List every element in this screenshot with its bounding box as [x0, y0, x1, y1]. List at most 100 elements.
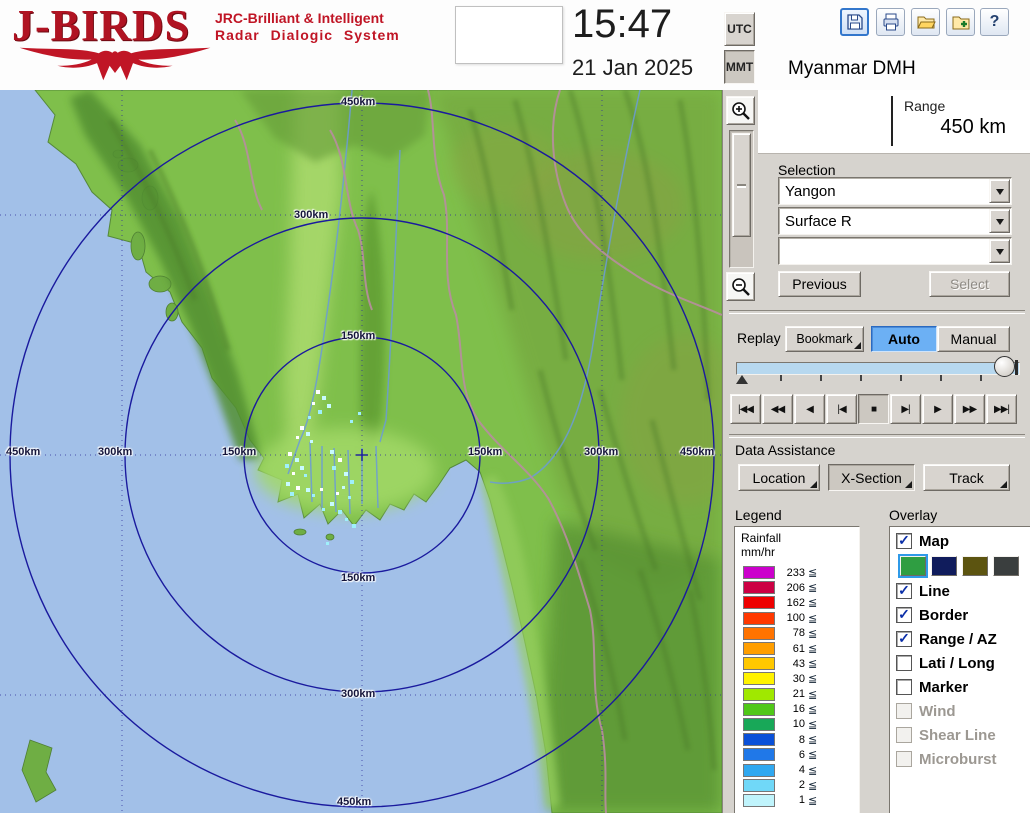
legend-le-symbol: ≦ — [808, 672, 817, 685]
legend-value: 43 — [780, 658, 805, 670]
overlay-item-label: Lati / Long — [919, 655, 995, 672]
overlay-item[interactable]: ✓ Line — [896, 582, 1030, 600]
site-select[interactable]: Yangon — [778, 177, 1012, 205]
overlay-item-label: Border — [919, 607, 968, 624]
overlay-checkbox[interactable]: ✓ — [896, 703, 912, 719]
zoom-slider-track[interactable] — [729, 130, 754, 268]
overlay-checkbox[interactable]: ✓ — [896, 631, 912, 647]
transport-button[interactable]: ▶| — [890, 394, 921, 424]
zoom-in-icon — [730, 100, 752, 122]
overlay-checkbox[interactable]: ✓ — [896, 533, 912, 549]
utc-button[interactable]: UTC — [724, 12, 755, 46]
chevron-down-icon[interactable] — [989, 239, 1010, 263]
transport-button[interactable]: |◀◀ — [730, 394, 761, 424]
check-icon: ✓ — [898, 583, 910, 597]
legend-row: 4 ≦ — [743, 762, 859, 777]
legend-color-swatch — [743, 612, 775, 625]
extra-select[interactable] — [778, 237, 1012, 265]
overlay-checkbox[interactable]: ✓ — [896, 751, 912, 767]
export-button[interactable] — [946, 8, 975, 36]
legend-value: 8 — [780, 734, 805, 746]
legend-value: 16 — [780, 703, 805, 715]
legend-label: Legend — [735, 507, 782, 523]
radar-map[interactable]: 450km 300km 150km 150km 300km 450km 450k… — [0, 90, 722, 813]
map-style-swatch[interactable] — [993, 556, 1019, 576]
chevron-down-icon[interactable] — [989, 209, 1010, 233]
replay-timeline — [736, 356, 1018, 392]
export-icon — [951, 12, 971, 32]
open-folder-button[interactable] — [911, 8, 940, 36]
overlay-checkbox[interactable]: ✓ — [896, 655, 912, 671]
legend-le-symbol: ≦ — [808, 748, 817, 761]
overlay-checkbox[interactable]: ✓ — [896, 583, 912, 599]
timeline-track[interactable] — [736, 362, 1020, 375]
map-graphic — [0, 90, 722, 813]
data-assistance-button[interactable]: X-Section — [828, 464, 915, 491]
manual-button[interactable]: Manual — [937, 326, 1010, 352]
print-icon — [881, 12, 901, 32]
clock-date: 21 Jan 2025 — [572, 55, 693, 81]
check-icon: ✓ — [898, 533, 910, 547]
legend-value: 4 — [780, 764, 805, 776]
zoom-in-button[interactable] — [726, 96, 755, 125]
product-select[interactable]: Surface R — [778, 207, 1012, 235]
help-icon: ? — [990, 13, 1000, 31]
overlay-checkbox[interactable]: ✓ — [896, 727, 912, 743]
overlay-item-map[interactable]: ✓ Map — [896, 532, 1030, 550]
overlay-item-label: Range / AZ — [919, 631, 997, 648]
data-assistance-button[interactable]: Track — [923, 464, 1010, 491]
mmt-button[interactable]: MMT — [724, 50, 755, 84]
overlay-label: Overlay — [889, 507, 937, 523]
map-style-swatch[interactable] — [962, 556, 988, 576]
divider — [729, 434, 1025, 438]
transport-button[interactable]: ◀◀ — [762, 394, 793, 424]
auto-button[interactable]: Auto — [871, 326, 937, 352]
transport-button[interactable]: ▶ — [922, 394, 953, 424]
timeline-thumb[interactable] — [994, 356, 1015, 377]
overlay-item[interactable]: ✓ Range / AZ — [896, 630, 1030, 648]
save-button[interactable] — [840, 8, 869, 36]
legend-row: 78 ≦ — [743, 626, 859, 641]
save-icon — [845, 12, 865, 32]
overlay-item[interactable]: ✓ Marker — [896, 678, 1030, 696]
overlay-item[interactable]: ✓ Lati / Long — [896, 654, 1030, 672]
zoom-out-button[interactable] — [726, 272, 755, 301]
check-icon: ✓ — [898, 631, 910, 645]
bookmark-button[interactable]: Bookmark — [785, 326, 864, 352]
legend-color-swatch — [743, 581, 775, 594]
select-button[interactable]: Select — [929, 271, 1010, 297]
chevron-down-icon[interactable] — [989, 179, 1010, 203]
zoom-slider-thumb[interactable] — [732, 133, 751, 237]
transport-button[interactable]: ▶▶ — [954, 394, 985, 424]
data-assistance-button[interactable]: Location — [738, 464, 820, 491]
map-style-swatch[interactable] — [931, 556, 957, 576]
header: J-BIRDS JRC-Brilliant & Intelligent Rada… — [0, 0, 1030, 91]
logo-tagline-2: Radar Dialogic System — [215, 27, 400, 43]
overlay-checkbox[interactable]: ✓ — [896, 679, 912, 695]
map-style-swatch[interactable] — [900, 556, 926, 576]
clock-time: 15:47 — [572, 2, 672, 47]
legend-value: 78 — [780, 627, 805, 639]
print-button[interactable] — [876, 8, 905, 36]
overlay-item[interactable]: ✓ Shear Line — [896, 726, 1030, 744]
overlay-item[interactable]: ✓ Microburst — [896, 750, 1030, 768]
timeline-start-marker — [736, 375, 748, 384]
overlay-checkbox[interactable]: ✓ — [896, 607, 912, 623]
previous-button[interactable]: Previous — [778, 271, 861, 297]
help-button[interactable]: ? — [980, 8, 1009, 36]
timeline-tick — [940, 375, 942, 381]
transport-button[interactable]: |◀ — [826, 394, 857, 424]
legend-value: 2 — [780, 779, 805, 791]
overlay-item-label: Wind — [919, 703, 956, 720]
legend-color-swatch — [743, 779, 775, 792]
transport-button[interactable]: ◀ — [794, 394, 825, 424]
legend-unit-line1: Rainfall — [741, 531, 859, 545]
overlay-item[interactable]: ✓ Border — [896, 606, 1030, 624]
legend-row: 30 ≦ — [743, 671, 859, 686]
station-name: Myanmar DMH — [788, 58, 916, 80]
timeline-tick — [780, 375, 782, 381]
legend-row: 1 ≦ — [743, 793, 859, 808]
transport-button[interactable]: ▶▶| — [986, 394, 1017, 424]
transport-button[interactable]: ■ — [858, 394, 889, 424]
overlay-item[interactable]: ✓ Wind — [896, 702, 1030, 720]
